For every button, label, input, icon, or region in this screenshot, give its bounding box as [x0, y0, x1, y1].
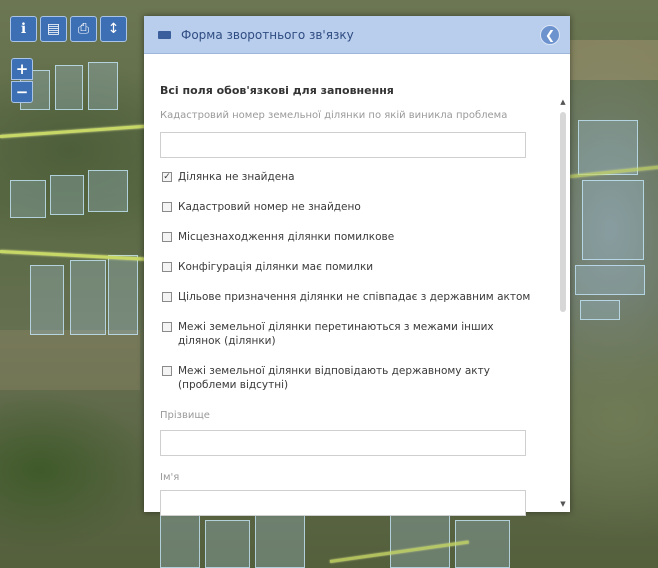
checkbox-row[interactable]: Конфігурація ділянки має помилки	[160, 260, 532, 274]
land-parcel[interactable]	[390, 515, 450, 568]
checkbox-label: Цільове призначення ділянки не співпадає…	[178, 291, 531, 303]
road-line	[0, 124, 150, 138]
info-icon[interactable]: ℹ	[10, 16, 37, 42]
checkbox-row[interactable]: Межі земельної ділянки перетинаються з м…	[160, 320, 532, 348]
checkbox[interactable]	[162, 232, 172, 242]
measure-icon[interactable]: ↕	[100, 16, 127, 42]
land-parcel[interactable]	[205, 520, 250, 568]
checkbox-label: Межі земельної ділянки перетинаються з м…	[178, 321, 494, 347]
field-area	[0, 330, 140, 390]
land-parcel[interactable]	[55, 65, 83, 110]
checkbox-row[interactable]: Кадастровий номер не знайдено	[160, 200, 532, 214]
checkbox[interactable]	[162, 262, 172, 272]
map-toolbar: ℹ ▤ ⎙ ↕	[10, 16, 127, 42]
checkbox[interactable]	[162, 292, 172, 302]
surname-label: Прізвище	[160, 410, 210, 421]
land-parcel[interactable]	[88, 170, 128, 212]
checkbox-row[interactable]: Місцезнаходження ділянки помилкове	[160, 230, 532, 244]
checkbox-label: Межі земельної ділянки відповідають держ…	[178, 365, 490, 391]
checkbox-row[interactable]: ✓ Ділянка не знайдена	[160, 170, 532, 184]
checkbox[interactable]: ✓	[162, 172, 172, 182]
land-parcel[interactable]	[575, 265, 645, 295]
form-icon	[158, 30, 171, 39]
checkbox-label: Ділянка не знайдена	[178, 171, 295, 183]
layers-icon[interactable]: ▤	[40, 16, 67, 42]
checkbox-row[interactable]: Межі земельної ділянки відповідають держ…	[160, 364, 532, 392]
print-icon[interactable]: ⎙	[70, 16, 97, 42]
scroll-up-icon[interactable]: ▲	[559, 98, 567, 106]
required-heading: Всі поля обов'язкові для заповнення	[160, 84, 394, 97]
checkbox-label: Конфігурація ділянки має помилки	[178, 261, 374, 273]
zoom-control: + −	[11, 58, 33, 103]
name-input[interactable]	[160, 490, 526, 516]
land-parcel[interactable]	[50, 175, 84, 215]
feedback-panel: Форма зворотнього зв'язку ❮ Всі поля обо…	[144, 16, 570, 516]
scroll-down-icon[interactable]: ▼	[559, 500, 567, 508]
land-parcel[interactable]	[30, 265, 64, 335]
panel-header: Форма зворотнього зв'язку ❮	[144, 16, 570, 54]
checkbox[interactable]	[162, 202, 172, 212]
land-parcel[interactable]	[70, 260, 106, 335]
checkbox[interactable]	[162, 366, 172, 376]
zoom-out-button[interactable]: −	[11, 81, 33, 103]
checkbox-label: Кадастровий номер не знайдено	[178, 201, 361, 213]
panel-scrollbar[interactable]: ▲ ▼	[559, 98, 567, 508]
land-parcel[interactable]	[582, 180, 644, 260]
cadastral-label: Кадастровий номер земельної ділянки по я…	[160, 110, 508, 121]
checkbox-row[interactable]: Цільове призначення ділянки не співпадає…	[160, 290, 532, 304]
name-label: Ім'я	[160, 472, 180, 483]
land-parcel[interactable]	[255, 515, 305, 568]
land-parcel[interactable]	[108, 255, 138, 335]
cadastral-number-input[interactable]	[160, 132, 526, 158]
panel-body[interactable]: Всі поля обов'язкові для заповнення Када…	[144, 54, 570, 516]
land-parcel[interactable]	[580, 300, 620, 320]
checkbox-label: Місцезнаходження ділянки помилкове	[178, 231, 395, 243]
panel-title: Форма зворотнього зв'язку	[181, 27, 354, 42]
scroll-thumb[interactable]	[560, 112, 566, 312]
close-icon[interactable]: ❮	[540, 24, 560, 45]
surname-input[interactable]	[160, 430, 526, 456]
checkbox[interactable]	[162, 322, 172, 332]
field-area	[560, 40, 658, 80]
zoom-in-button[interactable]: +	[11, 58, 33, 80]
land-parcel[interactable]	[578, 120, 638, 175]
land-parcel[interactable]	[160, 515, 200, 568]
land-parcel[interactable]	[88, 62, 118, 110]
land-parcel[interactable]	[10, 180, 46, 218]
